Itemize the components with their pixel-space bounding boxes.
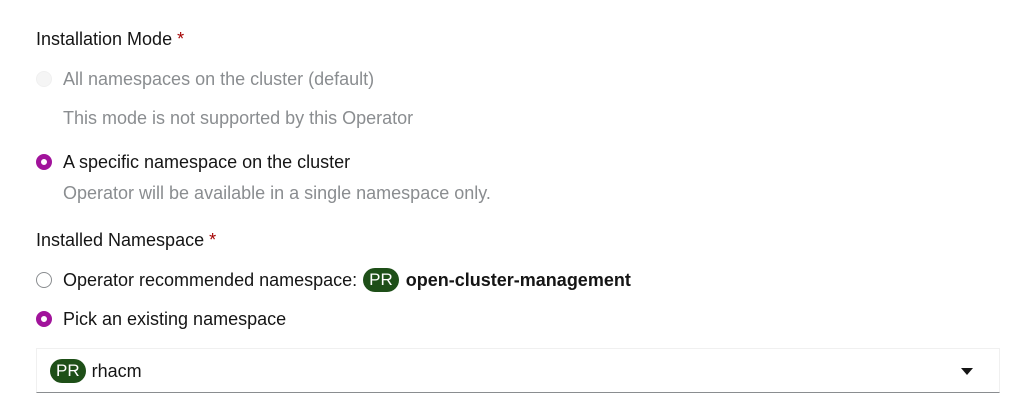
radio-all-namespaces-input[interactable]	[36, 71, 52, 87]
radio-all-namespaces[interactable]: All namespaces on the cluster (default)	[36, 67, 374, 91]
project-badge: PR	[50, 358, 86, 383]
recommended-namespace-name: open-cluster-management	[405, 270, 631, 290]
recommended-namespace-text: Operator recommended namespace:	[63, 270, 358, 290]
required-marker: *	[209, 230, 217, 250]
radio-existing-namespace-input[interactable]	[36, 311, 52, 327]
installed-namespace-label: Installed Namespace *	[36, 229, 216, 251]
namespace-select[interactable]: PR rhacm	[36, 348, 1000, 393]
radio-recommended-namespace-label: Operator recommended namespace: PR open-…	[63, 268, 631, 292]
installation-mode-label-text: Installation Mode	[36, 29, 173, 49]
radio-recommended-namespace[interactable]: Operator recommended namespace: PR open-…	[36, 268, 631, 292]
radio-specific-namespace[interactable]: A specific namespace on the cluster	[36, 150, 350, 174]
install-operator-form: Installation Mode * All namespaces on the…	[0, 0, 1024, 407]
caret-down-icon[interactable]	[961, 368, 973, 375]
required-marker: *	[177, 29, 185, 49]
installation-mode-label: Installation Mode *	[36, 28, 184, 50]
radio-all-namespaces-label: All namespaces on the cluster (default)	[63, 69, 375, 89]
radio-specific-namespace-label: A specific namespace on the cluster	[63, 152, 351, 172]
installed-namespace-label-text: Installed Namespace	[36, 230, 205, 250]
namespace-select-value: rhacm	[91, 360, 142, 381]
radio-existing-namespace-label: Pick an existing namespace	[63, 309, 287, 329]
all-namespaces-helper-text: This mode is not supported by this Opera…	[63, 108, 414, 128]
radio-existing-namespace[interactable]: Pick an existing namespace	[36, 307, 286, 331]
radio-specific-namespace-input[interactable]	[36, 154, 52, 170]
radio-recommended-namespace-input[interactable]	[36, 272, 52, 288]
specific-namespace-helper-text: Operator will be available in a single n…	[63, 183, 491, 203]
project-badge: PR	[363, 268, 399, 292]
